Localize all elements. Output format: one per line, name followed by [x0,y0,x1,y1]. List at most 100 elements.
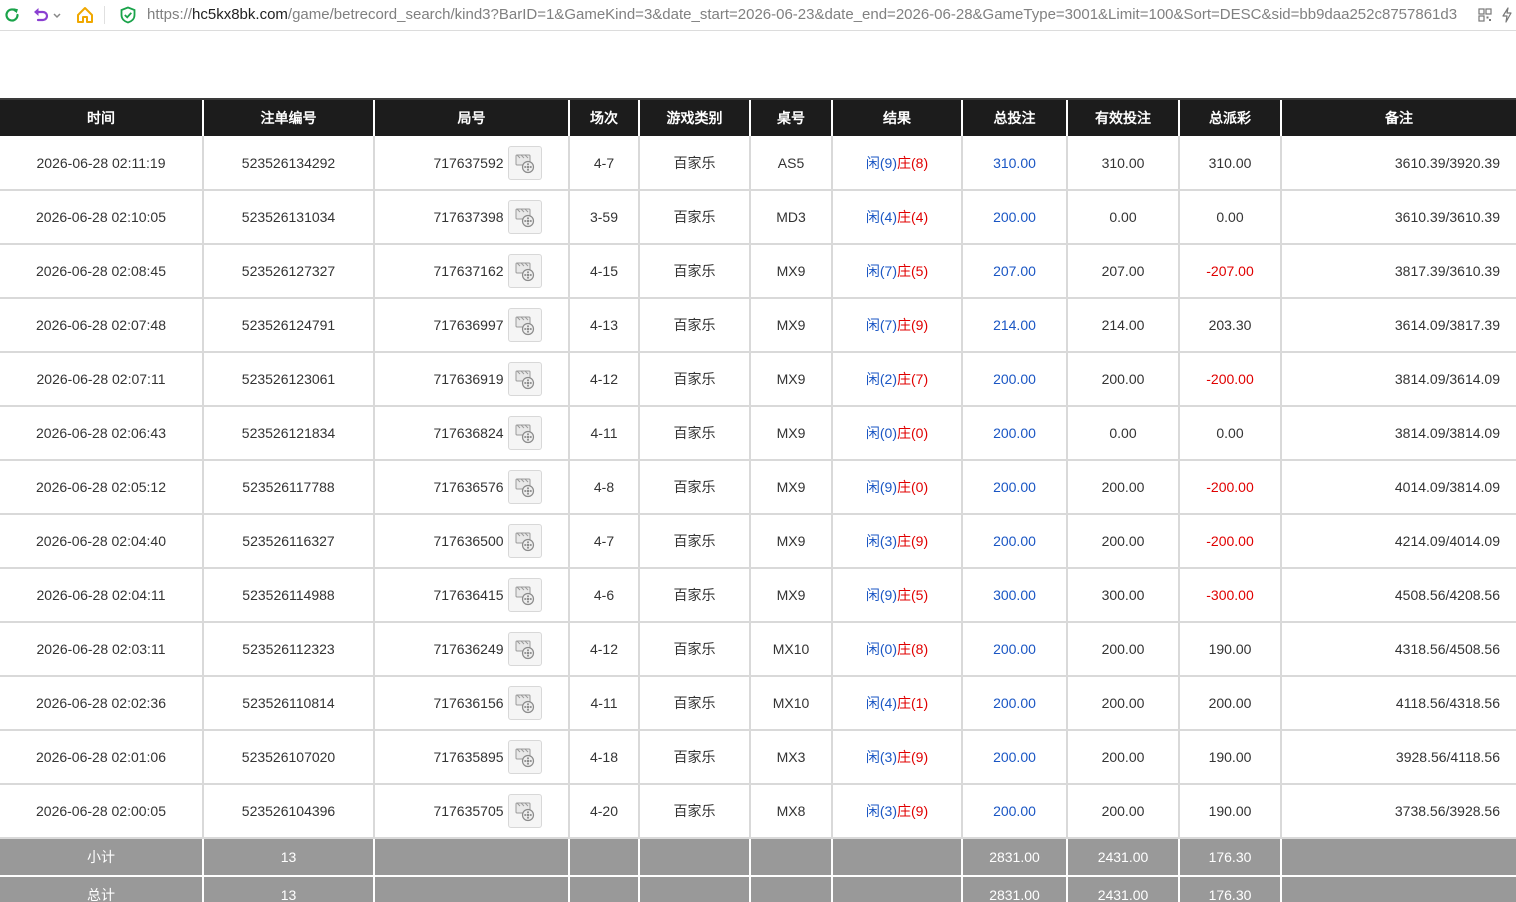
footer-empty-cell [568,838,639,877]
reload-icon[interactable] [1,4,23,26]
cell-bet-id: 523526107020 [202,730,374,785]
cell-total-bet: 214.00 [961,298,1067,353]
cell-remark: 3738.56/3928.56 [1280,784,1516,839]
footer-count: 13 [202,876,374,902]
cell-payout: -200.00 [1178,352,1281,407]
footer-label: 小计 [0,838,203,877]
video-replay-icon[interactable] [507,524,542,558]
chevron-down-icon[interactable] [52,8,62,22]
table-footer: 小计 13 2831.00 2431.00 176.30 总计 13 2831.… [0,838,1516,902]
round-number: 717637592 [433,154,504,171]
cell-game-type: 百家乐 [638,568,750,623]
cell-total-bet: 200.00 [961,730,1067,785]
footer-count: 13 [202,838,374,877]
result-bank-points: (5) [911,263,929,279]
cell-remark: 4318.56/4508.56 [1280,622,1516,677]
cell-total-bet: 200.00 [961,190,1067,245]
video-replay-icon[interactable] [507,308,542,342]
video-replay-icon[interactable] [507,632,542,666]
cell-table: MX9 [749,352,832,407]
footer-payout: 176.30 [1178,876,1281,902]
cell-valid-bet: 200.00 [1066,676,1179,731]
video-replay-icon[interactable] [507,578,542,612]
cell-round: 717635895 [373,730,569,785]
result-bank-points: (4) [911,209,929,225]
cell-result: 闲(2)庄(7) [831,352,962,407]
cell-result: 闲(4)庄(4) [831,190,962,245]
cell-total-bet: 200.00 [961,406,1067,461]
cell-set: 3-59 [568,190,639,245]
video-replay-icon[interactable] [507,470,542,504]
cell-valid-bet: 200.00 [1066,730,1179,785]
video-replay-icon[interactable] [507,416,542,450]
cell-set: 4-11 [568,676,639,731]
table-header-row: 时间 注单编号 局号 场次 游戏类别 桌号 结果 总投注 有效投注 总派彩 备注 [0,98,1516,136]
cell-set: 4-11 [568,406,639,461]
result-idle-label: 闲 [865,803,880,819]
address-bar[interactable]: https://hc5kx8bk.com/game/betrecord_sear… [147,6,1457,23]
cell-time: 2026-06-28 02:03:11 [0,622,203,677]
cell-remark: 3814.09/3814.09 [1280,406,1516,461]
lightning-icon[interactable] [1496,4,1516,26]
cell-valid-bet: 214.00 [1066,298,1179,353]
table-row: 2026-06-28 02:04:11 523526114988 7176364… [0,568,1516,623]
table-row: 2026-06-28 02:07:48 523526124791 7176369… [0,298,1516,353]
table-row: 2026-06-28 02:11:19 523526134292 7176375… [0,136,1516,191]
cell-payout: 203.30 [1178,298,1281,353]
round-number: 717637162 [433,263,504,279]
cell-bet-id: 523526134292 [202,136,374,191]
cell-round: 717636997 [373,298,569,353]
result-bank-label: 庄 [897,263,911,279]
result-bank-points: (1) [911,695,929,711]
video-replay-icon[interactable] [507,362,542,396]
cell-table: MX9 [749,298,832,353]
cell-table: MX9 [749,406,832,461]
round-number: 717636156 [433,695,504,711]
round-number: 717636997 [433,317,504,333]
cell-valid-bet: 200.00 [1066,352,1179,407]
result-bank-label: 庄 [897,587,911,603]
result-bank-points: (9) [911,533,929,549]
shield-icon[interactable] [117,4,139,26]
undo-icon[interactable] [30,4,52,26]
result-idle-points: (4) [879,209,897,225]
round-cell-content: 717635895 [375,740,568,774]
cell-payout: 0.00 [1178,190,1281,245]
cell-payout: 200.00 [1178,676,1281,731]
cell-time: 2026-06-28 02:07:48 [0,298,203,353]
cell-result: 闲(7)庄(5) [831,244,962,299]
footer-empty-cell [373,838,569,877]
round-cell-content: 717636997 [375,308,568,342]
result-bank-points: (8) [911,154,929,171]
round-number: 717636500 [433,533,504,549]
cell-total-bet: 200.00 [961,676,1067,731]
cell-round: 717637592 [373,136,569,191]
video-replay-icon[interactable] [507,686,542,720]
footer-label: 总计 [0,876,203,902]
home-icon[interactable] [74,4,96,26]
video-replay-icon[interactable] [507,254,542,288]
round-cell-content: 717637162 [375,254,568,288]
cell-result: 闲(3)庄(9) [831,784,962,839]
cell-time: 2026-06-28 02:04:11 [0,568,203,623]
cell-table: MX9 [749,568,832,623]
cell-set: 4-13 [568,298,639,353]
video-replay-icon[interactable] [507,200,542,234]
cell-payout: 190.00 [1178,730,1281,785]
browser-toolbar: https://hc5kx8bk.com/game/betrecord_sear… [0,0,1516,31]
cell-remark: 3928.56/4118.56 [1280,730,1516,785]
video-replay-icon[interactable] [507,740,542,774]
video-replay-icon[interactable] [507,145,542,180]
cell-bet-id: 523526124791 [202,298,374,353]
bet-record-table: 时间 注单编号 局号 场次 游戏类别 桌号 结果 总投注 有效投注 总派彩 备注… [0,98,1516,902]
table-row: 2026-06-28 02:10:05 523526131034 7176373… [0,190,1516,245]
cell-set: 4-7 [568,136,639,191]
cell-game-type: 百家乐 [638,730,750,785]
footer-empty-cell [749,838,832,877]
qr-code-icon[interactable] [1474,4,1496,26]
cell-total-bet: 200.00 [961,514,1067,569]
cell-set: 4-12 [568,352,639,407]
video-replay-icon[interactable] [507,794,542,828]
cell-round: 717637398 [373,190,569,245]
result-idle-points: (9) [879,154,897,171]
